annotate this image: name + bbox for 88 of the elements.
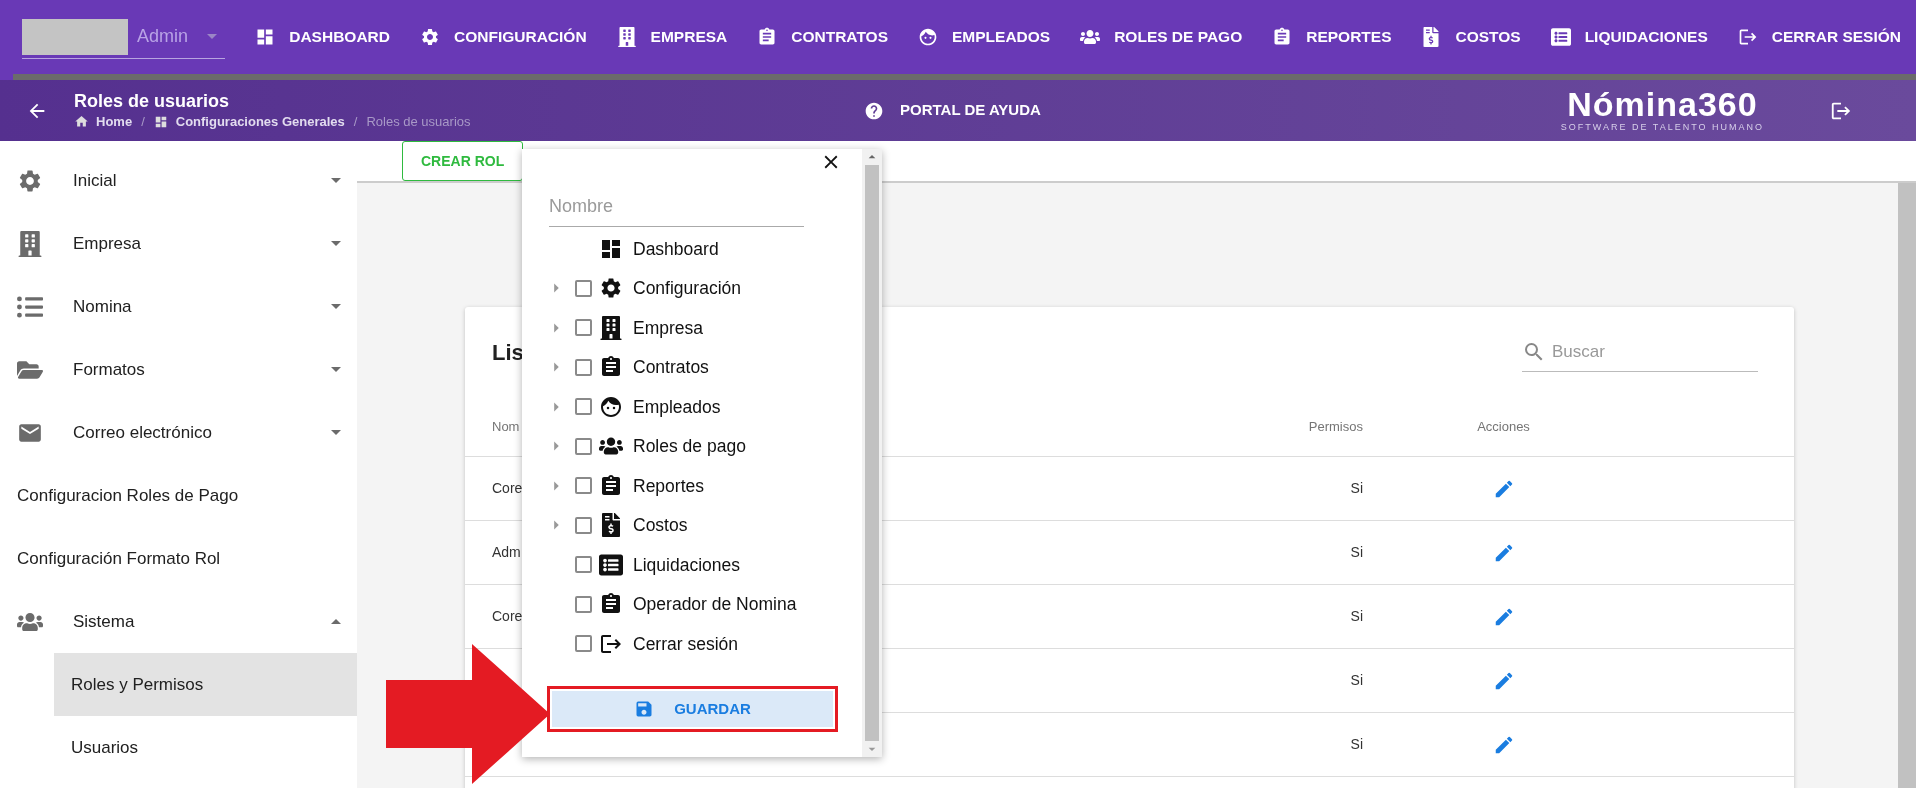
building-icon bbox=[599, 315, 623, 340]
help-portal-link[interactable]: PORTAL DE AYUDA bbox=[864, 99, 1041, 122]
sidebar-item[interactable]: Correo electrónico bbox=[0, 401, 357, 464]
clipboard-icon bbox=[1272, 27, 1293, 47]
nav-link[interactable]: COSTOS bbox=[1406, 17, 1536, 57]
tree-item-label[interactable]: Liquidaciones bbox=[633, 551, 741, 578]
clipboard-icon bbox=[757, 27, 778, 47]
people-icon bbox=[1080, 27, 1101, 47]
dialog-scrollbar[interactable] bbox=[862, 149, 882, 757]
nav-link[interactable]: EMPLEADOS bbox=[903, 17, 1066, 57]
tree-item-label[interactable]: Reportes bbox=[633, 472, 704, 499]
column-header: Permisos bbox=[1307, 417, 1363, 436]
tree-item-label[interactable]: Dashboard bbox=[633, 235, 719, 262]
home-icon bbox=[74, 114, 89, 129]
list-icon bbox=[17, 293, 43, 320]
scrollbar[interactable] bbox=[1898, 183, 1916, 788]
tree-item-label[interactable]: Configuración bbox=[633, 275, 741, 302]
logo-tagline: SOFTWARE DE TALENTO HUMANO bbox=[1560, 120, 1765, 134]
sidebar-subitem[interactable]: Usuarios bbox=[54, 716, 357, 779]
face-icon bbox=[599, 394, 623, 419]
tree-item-label[interactable]: Contratos bbox=[633, 354, 709, 381]
column-header: Acciones bbox=[1476, 417, 1531, 436]
checkbox[interactable] bbox=[575, 319, 592, 337]
table-cell-text: Si bbox=[1349, 671, 1363, 690]
sidebar-item[interactable]: Sistema bbox=[0, 590, 357, 653]
nav-link[interactable]: DASHBOARD bbox=[240, 17, 405, 57]
logout-icon bbox=[1737, 27, 1758, 47]
sidebar-item[interactable]: Empresa bbox=[0, 212, 357, 275]
building-icon bbox=[17, 230, 43, 257]
checkbox[interactable] bbox=[575, 595, 592, 613]
help-icon bbox=[864, 100, 884, 121]
checkbox[interactable] bbox=[575, 477, 592, 495]
dollar-document-icon bbox=[1421, 27, 1442, 47]
nav-link[interactable]: EMPRESA bbox=[601, 17, 743, 57]
table-cell-text: Si bbox=[1349, 607, 1363, 626]
sidebar-item[interactable]: Formatos bbox=[0, 338, 357, 401]
dollar-document-icon bbox=[599, 513, 623, 538]
nav-link[interactable]: LIQUIDACIONES bbox=[1535, 17, 1723, 57]
checkbox[interactable] bbox=[575, 279, 592, 297]
table-cell-text: Si bbox=[1349, 479, 1363, 498]
tree-item-label[interactable]: Roles de pago bbox=[633, 433, 746, 460]
tree-item-label[interactable]: Operador de Nomina bbox=[633, 591, 797, 618]
search-field[interactable]: Buscar bbox=[1552, 338, 1742, 365]
settings-icon bbox=[420, 27, 440, 47]
table-cell: Core bbox=[492, 480, 523, 496]
building-icon bbox=[616, 27, 637, 47]
table-cell: Adm bbox=[492, 544, 521, 560]
checkbox[interactable] bbox=[575, 556, 592, 574]
breadcrumb-separator: / bbox=[141, 112, 145, 131]
nav-link[interactable]: CONFIGURACIÓN bbox=[405, 17, 602, 57]
logo: Nómina360 bbox=[1567, 86, 1758, 121]
dashboard-icon bbox=[255, 27, 276, 47]
checkbox[interactable] bbox=[575, 398, 592, 416]
face-icon bbox=[918, 27, 938, 47]
name-field[interactable]: Nombre bbox=[549, 193, 804, 220]
sidebar-item[interactable]: Inicial bbox=[0, 149, 357, 212]
tree-item-label[interactable]: Empleados bbox=[633, 393, 721, 420]
breadcrumb-link[interactable]: Configuraciones Generales bbox=[175, 111, 345, 132]
checkbox[interactable] bbox=[575, 516, 592, 534]
tree-item-label[interactable]: Empresa bbox=[633, 314, 704, 341]
sidebar-item[interactable]: Nomina bbox=[0, 275, 357, 338]
card-title: Lis bbox=[492, 338, 524, 367]
checkbox[interactable] bbox=[575, 635, 592, 653]
dashboard-icon bbox=[153, 114, 168, 129]
nav-link[interactable]: CONTRATOS bbox=[742, 17, 903, 57]
nav-link[interactable]: ROLES DE PAGO bbox=[1065, 17, 1258, 57]
nav-link[interactable]: CERRAR SESIÓN bbox=[1722, 17, 1916, 57]
checkbox[interactable] bbox=[575, 358, 592, 376]
checkbox[interactable] bbox=[575, 437, 592, 455]
sidebar-subitem[interactable]: Roles y Permisos bbox=[54, 653, 357, 716]
settings-icon bbox=[599, 276, 623, 301]
table-cell: Core bbox=[492, 608, 523, 624]
sidebar-item[interactable]: Configuracion Roles de Pago bbox=[0, 464, 357, 527]
tree-item-label[interactable]: Cerrar sesión bbox=[633, 630, 739, 657]
sidebar-item[interactable]: Configuración Formato Rol bbox=[0, 527, 357, 590]
breadcrumb-link[interactable]: Home bbox=[96, 111, 133, 132]
list-icon bbox=[1550, 27, 1571, 47]
caret-down-icon bbox=[207, 34, 218, 39]
table-cell-text: Si bbox=[1349, 735, 1363, 754]
save-icon bbox=[634, 699, 655, 719]
list-icon bbox=[599, 552, 623, 577]
page-title: Roles de usuarios bbox=[74, 89, 231, 112]
tree-item-label[interactable]: Costos bbox=[633, 512, 688, 539]
column-header: Nom bbox=[492, 417, 521, 436]
breadcrumb-separator: / bbox=[353, 112, 358, 131]
nav-link[interactable]: REPORTES bbox=[1257, 17, 1407, 57]
table-cell-text: Si bbox=[1349, 543, 1363, 562]
clipboard-icon bbox=[599, 473, 623, 498]
